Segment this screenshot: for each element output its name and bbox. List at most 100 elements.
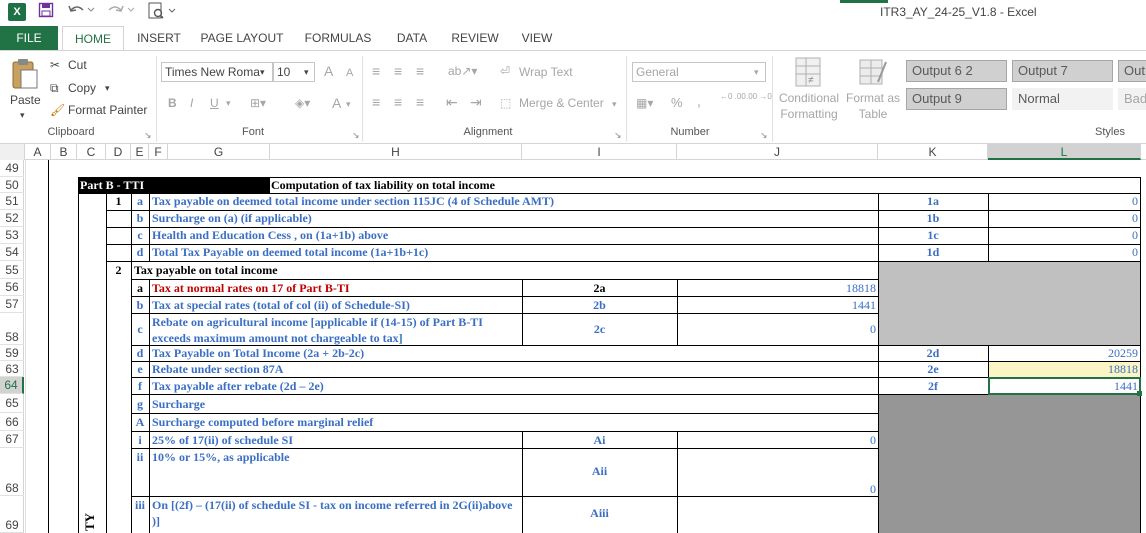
underline-button[interactable]: U (210, 94, 219, 112)
value-cell[interactable]: 0 (990, 227, 1138, 243)
style-output-6-2[interactable]: Output 6 2 (906, 60, 1007, 82)
style-normal[interactable]: Normal (1012, 88, 1113, 110)
tab-file[interactable]: FILE (0, 26, 58, 50)
row-header-57[interactable]: 57 (0, 296, 24, 313)
align-bottom-icon[interactable]: ≡ (416, 62, 424, 80)
orientation-icon[interactable]: ab↗▾ (448, 62, 477, 80)
wrap-text-button[interactable]: Wrap Text (519, 63, 573, 81)
font-name-combo[interactable]: Times New Roma (161, 62, 273, 82)
font-name-dropdown-icon[interactable]: ▾ (260, 63, 265, 81)
font-size-dropdown-icon[interactable]: ▾ (304, 63, 309, 81)
font-color-button[interactable]: A (332, 94, 341, 112)
wrap-text-icon[interactable]: ⏎ (500, 62, 510, 80)
row-header-64[interactable]: 64 (0, 377, 24, 394)
row-header-50[interactable]: 50 (0, 177, 24, 193)
style-output-7[interactable]: Output 7 (1012, 60, 1113, 82)
value-cell[interactable]: 0 (990, 193, 1138, 209)
tab-insert[interactable]: INSERT (130, 26, 188, 50)
fill-color-icon[interactable]: ◈▾ (295, 94, 310, 112)
conditional-formatting-button[interactable]: Conditional Formatting (777, 90, 841, 122)
print-preview-icon[interactable] (146, 2, 180, 22)
conditional-formatting-icon[interactable]: ≠ (794, 56, 822, 90)
value-cell[interactable]: 0 (990, 210, 1138, 226)
row-header-67[interactable]: 67 (0, 431, 24, 448)
value-cell[interactable]: 0 (990, 244, 1138, 260)
value-cell[interactable]: 20259 (990, 345, 1138, 361)
decrease-indent-icon[interactable]: ⇤ (446, 93, 458, 111)
format-painter-icon[interactable]: 🖌 (50, 101, 65, 119)
row-header-55[interactable]: 55 (0, 261, 24, 279)
borders-icon[interactable]: ⊞▾ (250, 94, 266, 112)
bold-button[interactable]: B (168, 94, 177, 112)
decrease-decimal-button[interactable]: .00 →0 (746, 92, 772, 101)
row-header-53[interactable]: 53 (0, 227, 24, 244)
style-output-9[interactable]: Output 9 (906, 88, 1007, 110)
tab-page-layout[interactable]: PAGE LAYOUT (196, 26, 288, 50)
column-header-d[interactable]: D (106, 144, 131, 160)
row-header-66[interactable]: 66 (0, 413, 24, 431)
merge-center-button[interactable]: Merge & Center (519, 94, 604, 112)
column-header-c[interactable]: C (77, 144, 106, 160)
row-header-65[interactable]: 65 (0, 394, 24, 413)
comma-button[interactable]: , (697, 92, 701, 110)
paste-icon[interactable] (10, 58, 40, 90)
value-cell[interactable]: 1441 (990, 378, 1138, 394)
style-output-partial[interactable]: Out (1118, 60, 1146, 82)
tab-home[interactable]: HOME (62, 26, 124, 50)
column-header-e[interactable]: E (131, 144, 149, 160)
increase-indent-icon[interactable]: ⇥ (470, 93, 482, 111)
column-header-f[interactable]: F (149, 144, 168, 160)
value-cell[interactable]: 0 (679, 321, 876, 337)
value-cell[interactable]: 1441 (679, 297, 876, 313)
column-header-l[interactable]: L (988, 144, 1141, 160)
merge-center-icon[interactable]: ⬚ (500, 94, 511, 112)
copy-button[interactable]: Copy (68, 79, 96, 97)
save-icon[interactable] (36, 2, 56, 22)
shrink-font-button[interactable]: A (346, 64, 353, 82)
number-format-dropdown-icon[interactable]: ▾ (754, 63, 759, 81)
row-header-68[interactable]: 68 (0, 448, 24, 496)
format-as-table-icon[interactable] (858, 56, 888, 90)
clipboard-launcher-icon[interactable]: ↘ (144, 126, 152, 144)
format-painter-button[interactable]: Format Painter (68, 101, 147, 119)
value-cell[interactable]: 18818 (990, 361, 1138, 377)
row-header-54[interactable]: 54 (0, 244, 24, 261)
column-header-a[interactable]: A (25, 144, 51, 160)
italic-button[interactable]: I (190, 94, 193, 112)
row-header-49[interactable]: 49 (0, 160, 24, 177)
font-color-dropdown-icon[interactable]: ▾ (346, 95, 351, 113)
style-bad[interactable]: Bad (1118, 88, 1146, 110)
redo-icon[interactable] (106, 2, 136, 22)
cut-icon[interactable]: ✂ (50, 56, 60, 74)
value-cell[interactable]: 18818 (679, 280, 876, 296)
copy-icon[interactable]: ⧉ (50, 79, 59, 97)
format-as-table-button[interactable]: Format as Table (844, 90, 902, 122)
number-format-combo[interactable]: General (632, 62, 766, 82)
row-header-52[interactable]: 52 (0, 210, 24, 227)
tab-review[interactable]: REVIEW (446, 26, 504, 50)
increase-decimal-button[interactable]: ←0 .00 (720, 92, 746, 101)
number-launcher-icon[interactable]: ↘ (760, 126, 768, 144)
tab-formulas[interactable]: FORMULAS (298, 26, 378, 50)
tab-view[interactable]: VIEW (514, 26, 560, 50)
percent-button[interactable]: % (671, 94, 683, 112)
value-cell[interactable]: 0 (679, 481, 876, 497)
value-cell[interactable]: 0 (679, 432, 876, 448)
copy-dropdown-icon[interactable]: ▾ (105, 79, 110, 97)
column-header-g[interactable]: G (168, 144, 270, 160)
undo-icon[interactable] (66, 2, 96, 22)
paste-button[interactable]: Paste (10, 91, 41, 109)
row-header-59[interactable]: 59 (0, 345, 24, 361)
column-header-i[interactable]: I (522, 144, 677, 160)
grow-font-button[interactable]: A (324, 62, 333, 80)
row-header-58[interactable]: 58 (0, 313, 24, 345)
row-header-56[interactable]: 56 (0, 279, 24, 296)
alignment-launcher-icon[interactable]: ↘ (614, 126, 622, 144)
column-header-b[interactable]: B (51, 144, 77, 160)
align-middle-icon[interactable]: ≡ (394, 62, 402, 80)
row-header-51[interactable]: 51 (0, 193, 24, 210)
align-top-icon[interactable]: ≡ (372, 62, 380, 80)
cut-button[interactable]: Cut (68, 56, 87, 74)
row-header-63[interactable]: 63 (0, 361, 24, 377)
select-all-corner[interactable] (0, 144, 25, 160)
